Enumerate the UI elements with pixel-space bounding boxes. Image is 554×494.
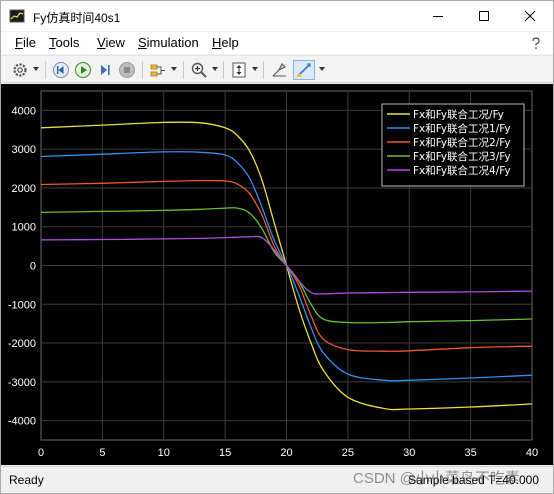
run-icon [74, 61, 92, 79]
menu-tools-label: ools [55, 35, 80, 50]
menu-tools[interactable]: Tools [49, 35, 79, 50]
toolbar-separator [183, 61, 184, 79]
y-tick-label: 1000 [12, 222, 36, 234]
legend-label-4: Fx和Fy联合工况4/Fy [413, 164, 511, 177]
y-tick-label: -2000 [8, 338, 36, 350]
toolbar-separator [45, 61, 46, 79]
line-chart: 0 5 10 15 20 25 30 35 40 -4000 -3000 -2000 -1000 0 100… [8, 90, 538, 459]
menu-simulation-mnemonic: S [138, 35, 147, 50]
settings-button[interactable] [11, 60, 29, 80]
toolbar-separator [263, 61, 264, 79]
close-icon [524, 10, 536, 22]
y-tick-label: 3000 [12, 144, 36, 156]
x-tick-label: 10 [158, 447, 170, 459]
menu-view-label: iew [105, 35, 125, 50]
scope-display[interactable]: 0 5 10 15 20 25 30 35 40 -4000 -3000 -2000 -1000 0 100… [1, 84, 553, 465]
close-button[interactable] [507, 1, 553, 31]
x-tick-label: 0 [38, 447, 44, 459]
style-button[interactable] [269, 60, 289, 80]
gear-icon [13, 63, 27, 77]
menu-bar: File Tools View Simulation Help [1, 32, 553, 54]
zoom-in-button[interactable] [189, 60, 209, 80]
legend-label-3: Fx和Fy联合工况3/Fy [413, 150, 511, 163]
menu-simulation[interactable]: Simulation [138, 35, 199, 50]
settings-dropdown-caret[interactable] [33, 67, 39, 71]
autoscale-icon [232, 62, 246, 78]
x-tick-label: 15 [219, 447, 231, 459]
cursor-measure-button[interactable] [293, 60, 315, 80]
stop-icon [119, 62, 135, 78]
y-tick-label: -4000 [8, 416, 36, 428]
highlight-icon [150, 64, 165, 77]
step-forward-icon [101, 65, 110, 75]
legend-label-1: Fx和Fy联合工况1/Fy [413, 122, 511, 135]
menu-file-label: ile [22, 35, 36, 50]
y-tick-label: 4000 [12, 105, 36, 117]
cursor-measure-icon [297, 63, 311, 77]
x-tick-label: 5 [99, 447, 105, 459]
y-tick-label: -1000 [8, 299, 36, 311]
menu-help[interactable]: Help [212, 35, 239, 50]
toolbar-separator [142, 61, 143, 79]
scope-app-icon [9, 9, 25, 23]
menu-file-mnemonic: F [15, 35, 23, 50]
measure-dropdown-caret[interactable] [319, 67, 325, 71]
x-tick-label: 40 [526, 447, 538, 459]
legend-label-2: Fx和Fy联合工况2/Fy [413, 136, 511, 149]
step-back-icon [53, 62, 69, 78]
menu-help-label: elp [221, 35, 239, 50]
run-button[interactable] [73, 60, 93, 80]
watermark-text: CSDN @小小菜鸟不吃素 [353, 470, 520, 487]
step-back-button[interactable] [51, 60, 71, 80]
y-tick-label: 0 [30, 261, 36, 273]
y-tick-label: -3000 [8, 377, 36, 389]
step-forward-button[interactable] [95, 60, 115, 80]
y-tick-label: 2000 [12, 183, 36, 195]
minimize-button[interactable] [415, 1, 461, 31]
menu-view[interactable]: View [97, 35, 125, 50]
zoom-dropdown-caret[interactable] [212, 67, 218, 71]
legend-label-0: Fx和Fy联合工况/Fy [413, 108, 504, 121]
toolbar-separator [223, 61, 224, 79]
status-text: Ready [9, 473, 44, 487]
menu-help-mnemonic: H [212, 35, 222, 50]
stop-button[interactable] [117, 60, 137, 80]
x-tick-label: 25 [342, 447, 354, 459]
highlight-dropdown-caret[interactable] [171, 67, 177, 71]
maximize-icon [479, 11, 489, 21]
highlight-button[interactable] [148, 60, 168, 80]
zoom-in-icon [191, 62, 207, 78]
autoscale-button[interactable] [229, 60, 249, 80]
x-tick-label: 20 [280, 447, 292, 459]
pin-help-icon[interactable] [529, 36, 543, 50]
menu-file[interactable]: File [15, 35, 36, 50]
maximize-button[interactable] [461, 1, 507, 31]
x-tick-label: 30 [403, 447, 415, 459]
menu-simulation-label: imulation [146, 35, 199, 50]
window-title: Fy仿真时间40s1 [33, 11, 121, 25]
toolbar [1, 55, 553, 83]
title-bar: Fy仿真时间40s1 [1, 1, 553, 31]
minimize-icon [433, 16, 443, 17]
x-tick-label: 35 [465, 447, 477, 459]
autoscale-dropdown-caret[interactable] [252, 67, 258, 71]
style-icon [272, 62, 287, 77]
scope-window: Fy仿真时间40s1 File Tools View Simulation He… [0, 0, 554, 494]
